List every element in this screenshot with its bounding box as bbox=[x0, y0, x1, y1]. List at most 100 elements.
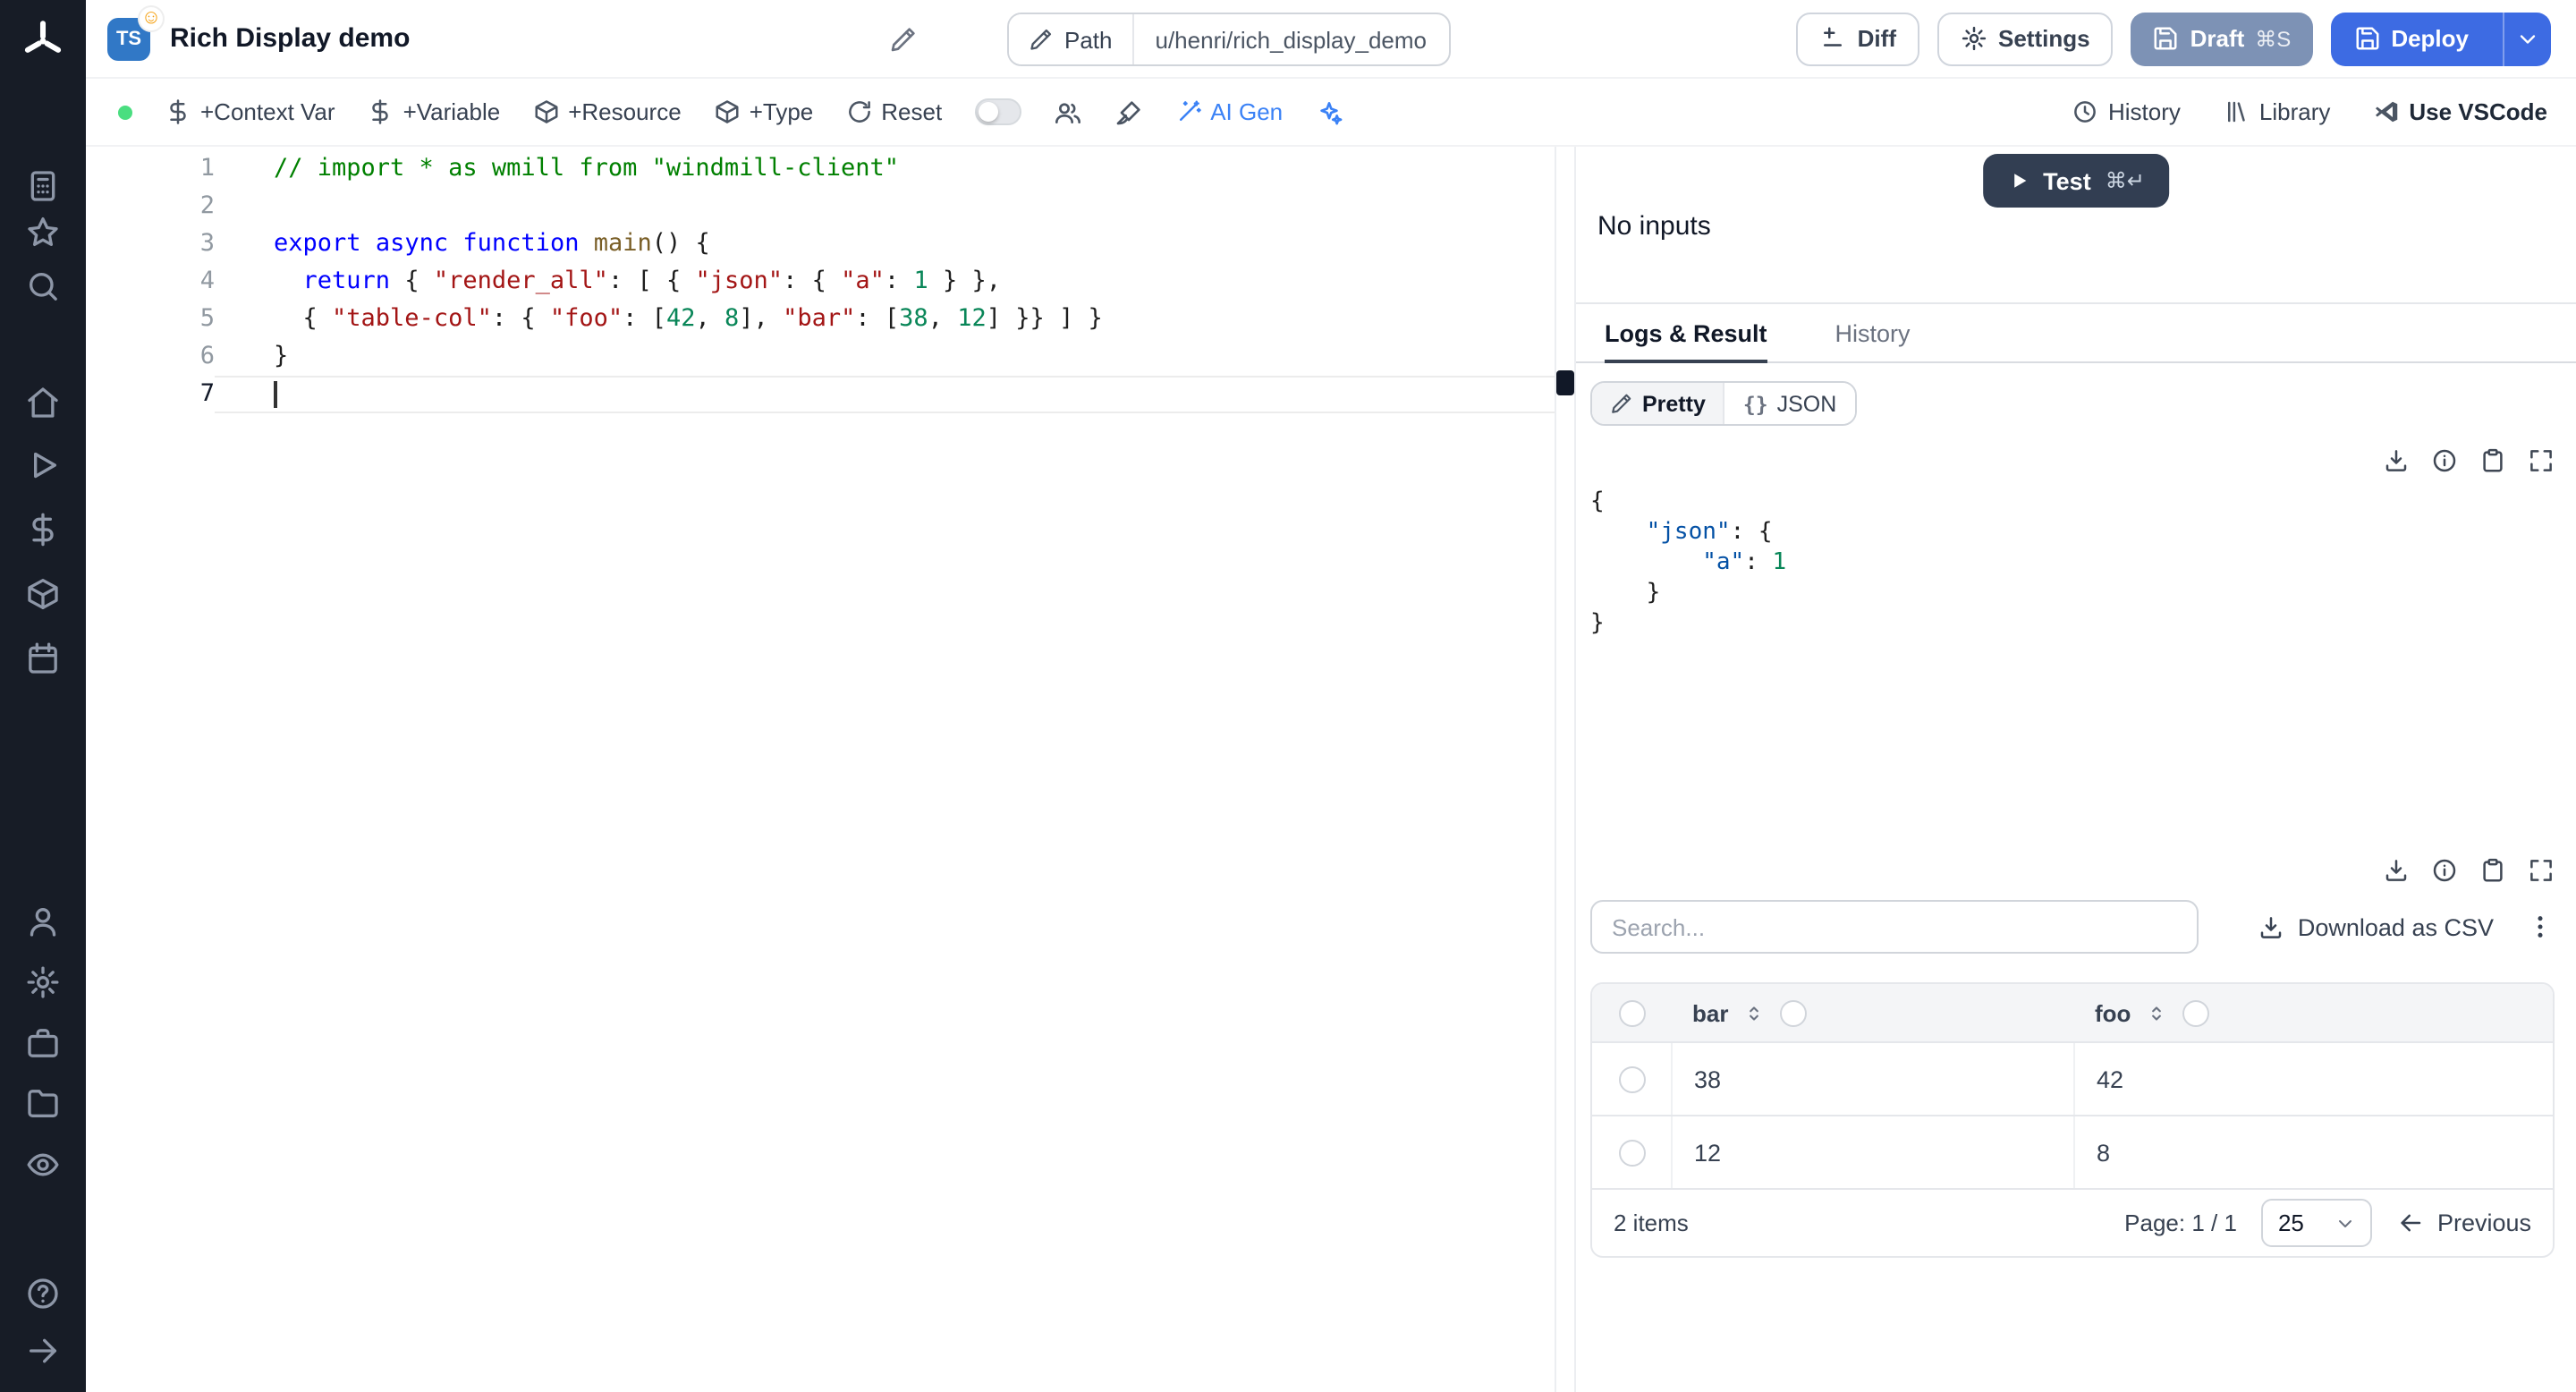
ai-gen-button[interactable]: AI Gen bbox=[1174, 98, 1283, 125]
column-checkbox[interactable] bbox=[2182, 999, 2210, 1026]
panel-splitter[interactable] bbox=[1555, 147, 1576, 1392]
line-number: 2 bbox=[199, 191, 215, 220]
code-line[interactable]: 2 bbox=[86, 188, 1555, 225]
code-line[interactable]: 6} bbox=[86, 338, 1555, 376]
view-pretty-button[interactable]: Pretty bbox=[1592, 383, 1724, 424]
pencil-icon bbox=[889, 25, 918, 54]
deploy-split-button: Deploy bbox=[2330, 12, 2551, 65]
sort-icon[interactable] bbox=[1742, 1001, 1766, 1024]
sidebar-item-audit-logs[interactable] bbox=[25, 1147, 61, 1183]
library-icon bbox=[2224, 98, 2250, 125]
emoji-badge-icon: ☺ bbox=[140, 6, 163, 30]
sidebar-item-schedules[interactable] bbox=[25, 641, 61, 676]
library-button[interactable]: Library bbox=[2224, 98, 2330, 125]
cube-icon bbox=[714, 98, 741, 125]
sidebar-item-favorites[interactable] bbox=[25, 215, 61, 250]
expand-result-button[interactable] bbox=[2528, 447, 2555, 474]
pen-icon bbox=[1610, 392, 1633, 415]
path-control[interactable]: Path u/henri/rich_display_demo bbox=[1007, 13, 1451, 66]
pencil-icon bbox=[1029, 27, 1054, 52]
typescript-badge: TS ☺ bbox=[107, 6, 163, 60]
add-type-button[interactable]: +Type bbox=[714, 98, 813, 125]
users-icon bbox=[1053, 98, 1081, 126]
select-all-checkbox[interactable] bbox=[1618, 999, 1645, 1026]
add-context-var-button[interactable]: +Context Var bbox=[165, 98, 335, 125]
test-shortcut: ⌘↵ bbox=[2105, 168, 2145, 193]
line-number: 3 bbox=[199, 229, 215, 258]
sidebar-item-calculator[interactable] bbox=[25, 168, 61, 204]
clipboard-icon bbox=[2479, 447, 2506, 474]
dollar-icon bbox=[165, 98, 191, 125]
view-json-button[interactable]: {} JSON bbox=[1723, 383, 1855, 424]
download-table-button[interactable] bbox=[2383, 857, 2410, 884]
use-vscode-button[interactable]: Use VSCode bbox=[2373, 98, 2547, 125]
windmill-logo-icon[interactable] bbox=[20, 18, 66, 64]
status-dot bbox=[118, 105, 132, 119]
sidebar-expand-button[interactable] bbox=[25, 1333, 61, 1369]
row-checkbox[interactable] bbox=[1618, 1065, 1645, 1092]
rotate-icon bbox=[845, 98, 872, 125]
collaborators-button[interactable] bbox=[1053, 98, 1081, 126]
copy-result-button[interactable] bbox=[2479, 447, 2506, 474]
sidebar-item-search[interactable] bbox=[25, 268, 61, 304]
result-json: { "json": { "a": 1 }} bbox=[1590, 488, 1787, 637]
deploy-menu-button[interactable] bbox=[2503, 12, 2551, 65]
tab-logs-result[interactable]: Logs & Result bbox=[1605, 320, 1767, 363]
code-line[interactable]: 5 { "table-col": { "foo": [42, 8], "bar"… bbox=[86, 301, 1555, 338]
save-icon bbox=[2353, 25, 2380, 52]
code-editor[interactable]: 1// import * as wmill from "windmill-cli… bbox=[86, 147, 1555, 1392]
page-size-select[interactable]: 25 bbox=[2261, 1199, 2373, 1247]
test-section: Test ⌘↵ No inputs bbox=[1576, 147, 2576, 304]
table-menu-button[interactable] bbox=[2526, 912, 2555, 941]
code-line[interactable]: 4 return { "render_all": [ { "json": { "… bbox=[86, 263, 1555, 301]
sidebar-item-resources[interactable] bbox=[25, 576, 61, 612]
line-number: 5 bbox=[199, 304, 215, 333]
draft-button[interactable]: Draft ⌘S bbox=[2131, 12, 2313, 65]
diff-button[interactable]: Diff bbox=[1796, 12, 1919, 65]
column-header-foo[interactable]: foo bbox=[2095, 999, 2131, 1026]
column-header-bar[interactable]: bar bbox=[1692, 999, 1728, 1026]
multiplayer-toggle[interactable] bbox=[974, 98, 1021, 125]
history-button[interactable]: History bbox=[2072, 98, 2181, 125]
row-checkbox[interactable] bbox=[1618, 1139, 1645, 1166]
line-number: 6 bbox=[199, 342, 215, 370]
sidebar-item-variables[interactable] bbox=[25, 512, 61, 547]
reset-button[interactable]: Reset bbox=[845, 98, 942, 125]
column-checkbox[interactable] bbox=[1780, 999, 1808, 1026]
settings-button[interactable]: Settings bbox=[1937, 12, 2114, 65]
sidebar-item-folders[interactable] bbox=[25, 1086, 61, 1122]
ai-sparkles-button[interactable] bbox=[1315, 98, 1343, 126]
search-icon bbox=[25, 268, 61, 304]
code-line[interactable]: 7 bbox=[86, 376, 1555, 413]
expand-table-button[interactable] bbox=[2528, 857, 2555, 884]
sidebar-item-runs[interactable] bbox=[25, 447, 61, 483]
add-variable-button[interactable]: +Variable bbox=[368, 98, 500, 125]
test-button[interactable]: Test ⌘↵ bbox=[1982, 154, 2170, 208]
deploy-button[interactable]: Deploy bbox=[2330, 12, 2492, 65]
copy-table-button[interactable] bbox=[2479, 857, 2506, 884]
previous-page-button[interactable]: Previous bbox=[2398, 1210, 2531, 1236]
vscode-icon bbox=[2373, 98, 2400, 125]
windmill-app: TS ☺ Rich Display demo Path u/henri/rich… bbox=[0, 0, 2576, 1392]
format-code-button[interactable] bbox=[1114, 98, 1142, 126]
path-value: u/henri/rich_display_demo bbox=[1155, 26, 1428, 53]
sidebar-item-home[interactable] bbox=[25, 385, 61, 420]
sidebar-item-settings[interactable] bbox=[25, 964, 61, 1000]
download-csv-button[interactable]: Download as CSV bbox=[2258, 913, 2494, 940]
result-info-button[interactable] bbox=[2431, 447, 2458, 474]
sidebar-item-workers[interactable] bbox=[25, 1025, 61, 1061]
code-line[interactable]: 1// import * as wmill from "windmill-cli… bbox=[86, 150, 1555, 188]
download-result-button[interactable] bbox=[2383, 447, 2410, 474]
result-tabs: Logs & Result History bbox=[1576, 304, 2576, 363]
code-line[interactable]: 3 export async function main() { bbox=[86, 225, 1555, 263]
table-info-button[interactable] bbox=[2431, 857, 2458, 884]
sidebar-item-help[interactable] bbox=[25, 1276, 61, 1311]
edit-summary-button[interactable] bbox=[889, 25, 918, 54]
line-number: 7 bbox=[199, 379, 215, 408]
sidebar-item-users[interactable] bbox=[25, 904, 61, 939]
path-edit-button[interactable]: Path bbox=[1009, 14, 1134, 64]
sort-icon[interactable] bbox=[2145, 1001, 2168, 1024]
tab-history[interactable]: History bbox=[1835, 320, 1911, 361]
add-resource-button[interactable]: +Resource bbox=[532, 98, 682, 125]
search-input[interactable] bbox=[1590, 900, 2199, 954]
